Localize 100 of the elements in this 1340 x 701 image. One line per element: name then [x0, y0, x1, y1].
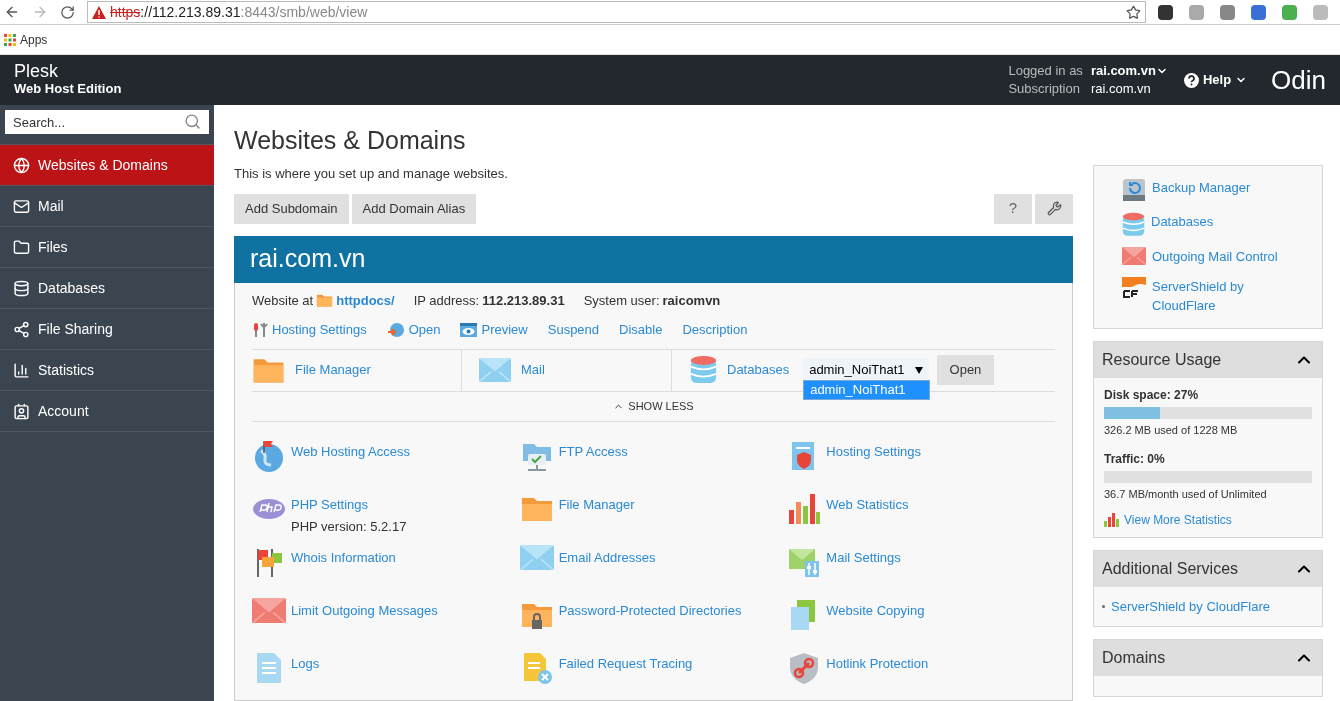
database-icon: [13, 279, 30, 297]
domain-name: rai.com.vn: [250, 243, 366, 275]
bar-chart-icon: [1104, 512, 1120, 527]
ip-label: IP address:: [413, 291, 480, 310]
quick-link[interactable]: Databases: [727, 360, 790, 380]
open-button[interactable]: Open: [936, 355, 995, 385]
folder-icon: [13, 238, 30, 256]
panel-header[interactable]: Domains: [1094, 640, 1322, 677]
help-icon: [1183, 72, 1199, 88]
website-label: Website at: [252, 291, 314, 310]
reload-icon[interactable]: [60, 4, 75, 20]
backup-drive-icon: [1122, 178, 1146, 202]
extension-icon[interactable]: [1158, 4, 1173, 20]
sidebar-item[interactable]: Files: [0, 227, 214, 268]
action-link[interactable]: Description: [682, 320, 748, 340]
product-name: Plesk: [14, 63, 59, 80]
panel-header[interactable]: Additional Services: [1094, 550, 1322, 587]
meter-reading: 36.7 MB/month used of Unlimited: [1104, 487, 1268, 503]
url-text: https://112.213.89.31:8443/smb/web/view: [110, 2, 368, 22]
sidebar-item[interactable]: Databases: [0, 268, 214, 309]
database-icon: [690, 355, 717, 385]
service-link[interactable]: Outgoing Mail Control: [1152, 247, 1292, 267]
service-link[interactable]: Backup Manager: [1152, 178, 1292, 198]
cloud-cf-icon: [1122, 276, 1146, 301]
toolbar-button[interactable]: Add Domain Alias: [351, 193, 477, 224]
back-icon[interactable]: [4, 4, 20, 20]
tool-link[interactable]: Password-Protected Directories: [558, 600, 742, 620]
apps-grid-icon[interactable]: [4, 33, 16, 46]
warning-icon: [92, 5, 106, 19]
search-icon: [184, 113, 201, 130]
tool-link[interactable]: Web Hosting Access: [291, 441, 410, 461]
service-link[interactable]: ServerShield by CloudFlare: [1152, 276, 1292, 316]
help-menu[interactable]: Help: [1183, 70, 1248, 90]
database-icon: [1122, 212, 1145, 238]
tool-link[interactable]: File Manager: [558, 494, 635, 514]
bar-chart-icon: [787, 491, 822, 526]
tool-link[interactable]: Logs: [291, 653, 320, 673]
sidebar-item[interactable]: Mail: [0, 186, 214, 227]
action-link[interactable]: Disable: [619, 320, 663, 340]
tools-icon: [252, 321, 268, 338]
panel-header[interactable]: Resource Usage: [1094, 341, 1322, 378]
help-button[interactable]: ?: [994, 193, 1032, 224]
show-less-toggle[interactable]: SHOW LESS: [613, 397, 694, 415]
service-link[interactable]: Databases: [1151, 212, 1291, 232]
quick-link[interactable]: File Manager: [295, 360, 371, 380]
page-description: This is where you set up and manage websites.: [234, 165, 509, 183]
search-field[interactable]: Search...: [5, 110, 209, 134]
share-icon: [13, 320, 30, 338]
envelope-icon: [252, 597, 286, 623]
folder-icon: [316, 293, 334, 308]
tool-link[interactable]: Hotlink Protection: [826, 653, 929, 673]
globe-icon: [252, 438, 286, 473]
envelope-icon: [479, 358, 511, 382]
tool-note: PHP version: 5.2.17: [291, 518, 407, 536]
sidebar-item[interactable]: Statistics: [0, 350, 214, 391]
tool-link[interactable]: Limit Outgoing Messages: [291, 600, 438, 620]
action-link[interactable]: Hosting Settings: [272, 320, 367, 340]
ip-value: 112.213.89.31: [482, 291, 565, 310]
page-title: Websites & Domains: [234, 125, 467, 155]
sidebar-item[interactable]: File Sharing: [0, 309, 214, 350]
bookmark-star-icon[interactable]: [1126, 4, 1141, 20]
service-link[interactable]: ServerShield by CloudFlare: [1111, 596, 1270, 617]
tool-link[interactable]: Whois Information: [291, 547, 396, 567]
sidebar-item[interactable]: Websites & Domains: [0, 145, 214, 186]
quick-link[interactable]: Mail: [521, 360, 545, 380]
user-label: System user:: [583, 291, 660, 310]
tool-link[interactable]: FTP Access: [558, 441, 628, 461]
envelope-icon: [519, 544, 554, 570]
panel-title: Additional Services: [1102, 558, 1239, 579]
bookmark-link[interactable]: Apps: [20, 30, 48, 49]
panel-title: Domains: [1102, 648, 1166, 669]
address-bar[interactable]: https://112.213.89.31:8443/smb/web/view: [87, 1, 1146, 23]
user-value: raicomvn: [662, 291, 721, 310]
tool-link[interactable]: Hosting Settings: [826, 441, 921, 461]
caret-icon: [914, 366, 923, 374]
tool-link[interactable]: Failed Request Tracing: [558, 653, 693, 673]
settings-button[interactable]: [1035, 193, 1073, 224]
sidebar-item[interactable]: Account: [0, 391, 214, 432]
tool-link[interactable]: Mail Settings: [826, 547, 901, 567]
bar-chart-icon: [13, 361, 30, 379]
action-link[interactable]: Preview: [481, 320, 528, 340]
mail-icon: [13, 197, 30, 215]
globe-icon: [13, 156, 30, 174]
docroot-link[interactable]: httpdocs/: [336, 290, 395, 310]
database-select[interactable]: admin_NoiThat1: [803, 358, 929, 382]
meter-reading: 326.2 MB used of 1228 MB: [1104, 422, 1239, 438]
bullet-icon: [1102, 605, 1105, 609]
action-link[interactable]: Open: [408, 320, 441, 340]
subscription-name: rai.com.vn: [1090, 80, 1152, 98]
tool-link[interactable]: Email Addresses: [558, 547, 656, 567]
tool-link[interactable]: PHP Settings: [291, 494, 407, 514]
dropdown-option[interactable]: admin_NoiThat1: [804, 381, 930, 399]
tool-link[interactable]: Website Copying: [826, 600, 925, 620]
statistics-link[interactable]: View More Statistics: [1124, 510, 1232, 529]
panel-title: Resource Usage: [1102, 349, 1222, 370]
toolbar-button[interactable]: Add Subdomain: [234, 193, 349, 224]
action-link[interactable]: Suspend: [547, 320, 600, 340]
tool-link[interactable]: Web Statistics: [826, 494, 909, 514]
product-edition: Web Host Edition: [14, 80, 122, 97]
user-menu[interactable]: rai.com.vn: [1090, 62, 1168, 80]
